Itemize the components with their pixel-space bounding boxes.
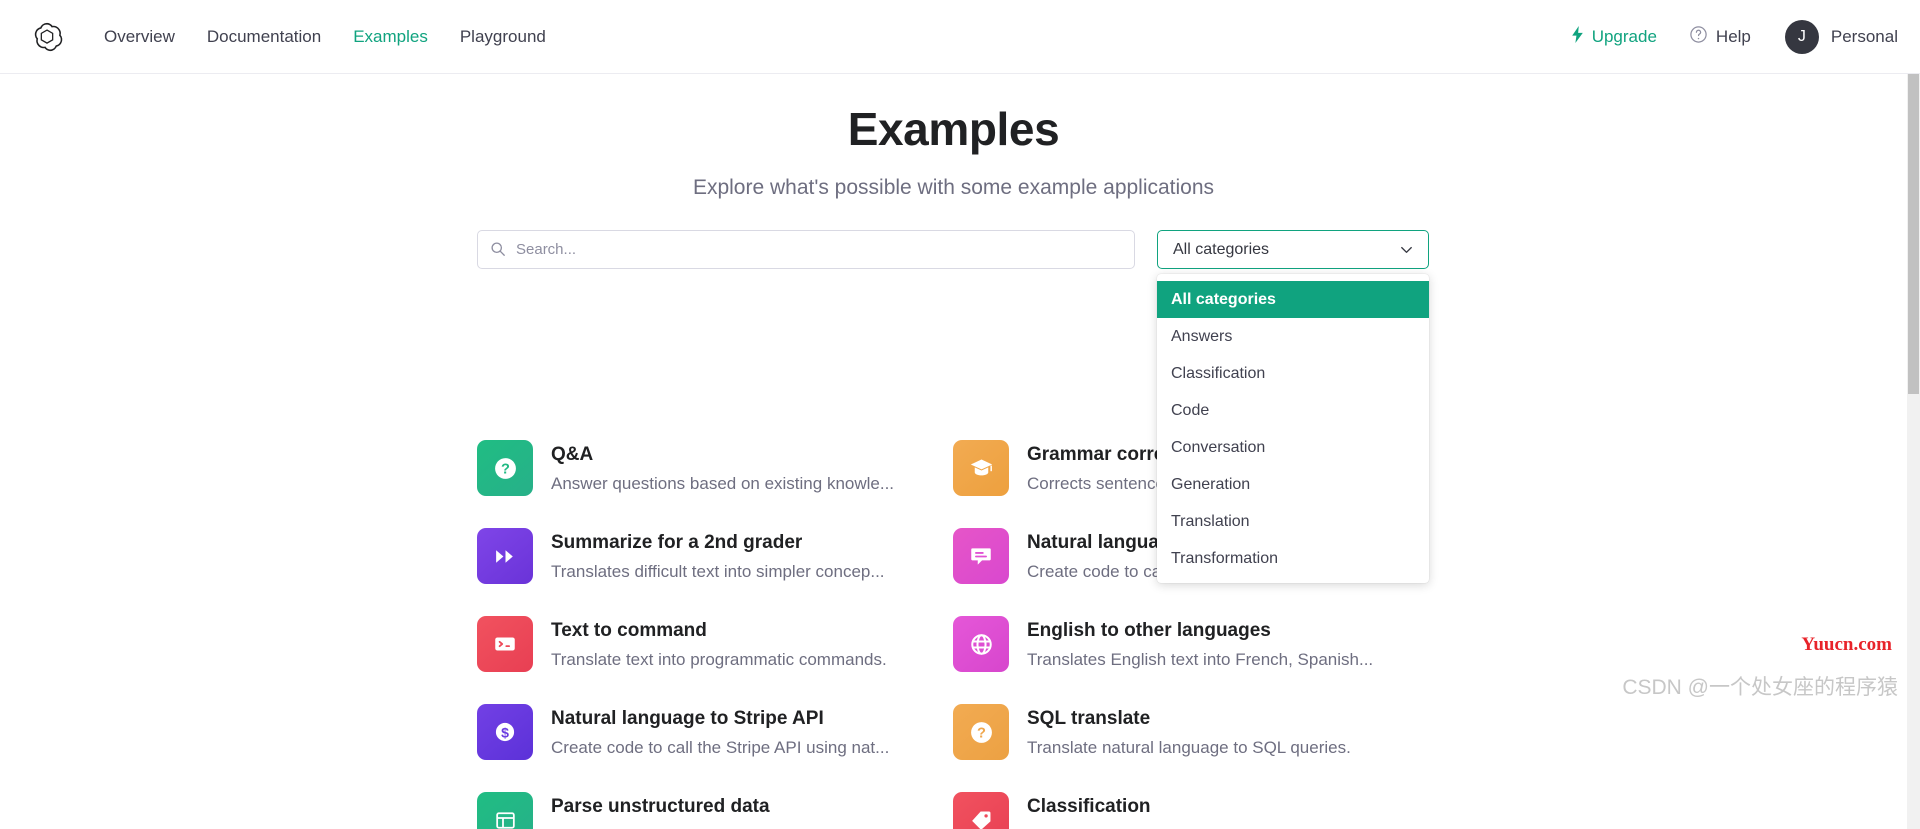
dropdown-option-answers[interactable]: Answers xyxy=(1157,318,1429,355)
upgrade-label: Upgrade xyxy=(1591,27,1657,46)
category-select-wrapper: All categories All categories Answers Cl… xyxy=(1157,230,1429,583)
example-card-title: SQL translate xyxy=(1027,708,1151,729)
category-select-value: All categories xyxy=(1173,240,1270,258)
globe-icon xyxy=(953,616,1009,672)
example-card-title: Parse unstructured data xyxy=(551,796,770,817)
nav-item-overview[interactable]: Overview xyxy=(88,0,191,74)
example-card-text: Parse unstructured data Create tables fr… xyxy=(551,792,799,829)
page-subtitle: Explore what's possible with some exampl… xyxy=(692,176,1215,199)
chat-bubble-icon xyxy=(953,528,1009,584)
page-root: Overview Documentation Examples Playgrou… xyxy=(0,0,1920,829)
help-button[interactable]: Help xyxy=(1689,25,1751,49)
account-label: Personal xyxy=(1830,27,1898,46)
question-circle-icon xyxy=(1689,25,1708,49)
terminal-prompt-icon xyxy=(477,616,533,672)
dollar-circle-icon: $ xyxy=(477,704,533,760)
example-card-desc: Translate text into programmatic command… xyxy=(551,649,887,669)
watermark-site: Yuucn.com xyxy=(1801,634,1892,655)
nav-item-playground[interactable]: Playground xyxy=(444,0,562,74)
example-card-desc: Classify items into categories via examp… xyxy=(1027,826,1347,829)
page-content: Examples Explore what's possible with so… xyxy=(0,74,1907,829)
tag-icon xyxy=(953,792,1009,829)
main-nav: Overview Documentation Examples Playgrou… xyxy=(88,0,562,74)
search-input[interactable] xyxy=(477,230,1135,269)
example-card-english-to-other-languages[interactable]: English to other languages Translates En… xyxy=(953,616,1429,704)
nav-item-documentation[interactable]: Documentation xyxy=(191,0,337,74)
example-card-title: Natural language to Stripe API xyxy=(551,708,824,729)
example-card-text: Text to command Translate text into prog… xyxy=(551,616,887,670)
vertical-scrollbar-thumb[interactable] xyxy=(1908,74,1919,394)
example-card-text: Q&A Answer questions based on existing k… xyxy=(551,440,894,494)
dropdown-option-translation[interactable]: Translation xyxy=(1157,503,1429,540)
category-select-button[interactable]: All categories xyxy=(1157,230,1429,269)
example-card-title: Classification xyxy=(1027,796,1151,817)
vertical-scrollbar-track[interactable] xyxy=(1907,74,1920,829)
svg-text:?: ? xyxy=(501,461,510,477)
category-dropdown-menu: All categories Answers Classification Co… xyxy=(1157,274,1429,583)
example-card-desc: Translate natural language to SQL querie… xyxy=(1027,737,1351,757)
example-card-desc: Answer questions based on existing knowl… xyxy=(551,473,895,493)
example-card-summarize-2nd-grader[interactable]: Summarize for a 2nd grader Translates di… xyxy=(477,528,953,616)
example-card-title: Q&A xyxy=(551,444,594,465)
question-mark-icon: ? xyxy=(953,704,1009,760)
openai-logo-icon[interactable] xyxy=(27,17,67,57)
svg-text:$: $ xyxy=(501,724,509,740)
upgrade-button[interactable]: Upgrade xyxy=(1570,26,1657,48)
example-card-text: English to other languages Translates En… xyxy=(1027,616,1373,670)
graduation-cap-icon xyxy=(953,440,1009,496)
svg-text:?: ? xyxy=(977,725,986,741)
example-card-text: SQL translate Translate natural language… xyxy=(1027,704,1351,758)
example-card-natural-language-to-stripe-api[interactable]: $ Natural language to Stripe API Create … xyxy=(477,704,953,792)
example-card-title: Text to command xyxy=(551,620,707,641)
dropdown-option-conversation[interactable]: Conversation xyxy=(1157,429,1429,466)
top-header: Overview Documentation Examples Playgrou… xyxy=(0,0,1920,74)
example-card-desc: Create tables from long form text xyxy=(551,826,799,829)
example-card-desc: Translates difficult text into simpler c… xyxy=(551,561,885,581)
page-title: Examples xyxy=(847,103,1060,155)
example-card-text-to-command[interactable]: Text to command Translate text into prog… xyxy=(477,616,953,704)
dropdown-option-transformation[interactable]: Transformation xyxy=(1157,540,1429,577)
lightning-bolt-icon xyxy=(1570,26,1585,48)
dropdown-option-code[interactable]: Code xyxy=(1157,392,1429,429)
example-card-text: Natural language to Stripe API Create co… xyxy=(551,704,889,758)
search-field-wrapper xyxy=(477,230,1135,269)
fast-forward-icon xyxy=(477,528,533,584)
example-card-desc: Translates English text into French, Spa… xyxy=(1027,649,1374,669)
example-card-parse-unstructured-data[interactable]: Parse unstructured data Create tables fr… xyxy=(477,792,953,829)
watermark-csdn: CSDN @一个处女座的程序猿 xyxy=(1622,676,1898,699)
example-card-title: Summarize for a 2nd grader xyxy=(551,532,803,553)
example-card-sql-translate[interactable]: ? SQL translate Translate natural langua… xyxy=(953,704,1429,792)
avatar: J xyxy=(1784,20,1819,54)
example-card-title: English to other languages xyxy=(1027,620,1271,641)
example-card-text: Classification Classify items into categ… xyxy=(1027,792,1347,829)
header-actions: Upgrade Help J Personal xyxy=(1570,0,1898,74)
help-label: Help xyxy=(1715,27,1751,46)
dropdown-option-classification[interactable]: Classification xyxy=(1157,355,1429,392)
dropdown-option-all-categories[interactable]: All categories xyxy=(1157,281,1429,318)
example-card-qa[interactable]: ? Q&A Answer questions based on existing… xyxy=(477,440,953,528)
dropdown-option-generation[interactable]: Generation xyxy=(1157,466,1429,503)
filter-controls: All categories All categories Answers Cl… xyxy=(477,230,1429,583)
account-menu[interactable]: J Personal xyxy=(1784,20,1898,54)
example-card-classification[interactable]: Classification Classify items into categ… xyxy=(953,792,1429,829)
example-card-desc: Create code to call the Stripe API using… xyxy=(551,737,890,757)
nav-item-examples[interactable]: Examples xyxy=(337,0,444,74)
question-mark-icon: ? xyxy=(477,440,533,496)
chevron-down-icon xyxy=(1398,241,1415,258)
table-icon xyxy=(477,792,533,829)
example-card-text: Summarize for a 2nd grader Translates di… xyxy=(551,528,885,582)
